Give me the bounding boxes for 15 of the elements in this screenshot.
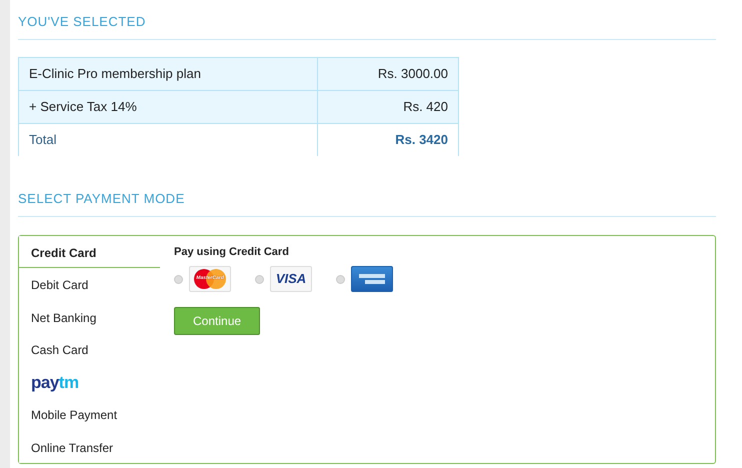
panel-title: Pay using Credit Card: [174, 244, 290, 260]
amex-logo: [351, 266, 393, 292]
table-cell: Total: [18, 123, 318, 156]
section-heading: SELECT PAYMENT MODE: [18, 189, 716, 216]
radio-button[interactable]: [255, 274, 264, 284]
radio-button[interactable]: [336, 274, 345, 284]
payment-tab[interactable]: Online Transfer: [19, 430, 159, 463]
table-cell: + Service Tax 14%: [18, 90, 318, 123]
section-heading: YOU'VE SELECTED: [18, 12, 716, 40]
radio-button[interactable]: [174, 274, 183, 284]
table-cell: E-Clinic Pro membership plan: [18, 57, 318, 90]
table-cell: Rs. 3000.00: [317, 57, 458, 90]
table-cell: Rs. 420: [317, 90, 458, 123]
visa-logo: VISA: [270, 266, 312, 292]
payment-tab[interactable]: Credit Card: [19, 236, 160, 268]
